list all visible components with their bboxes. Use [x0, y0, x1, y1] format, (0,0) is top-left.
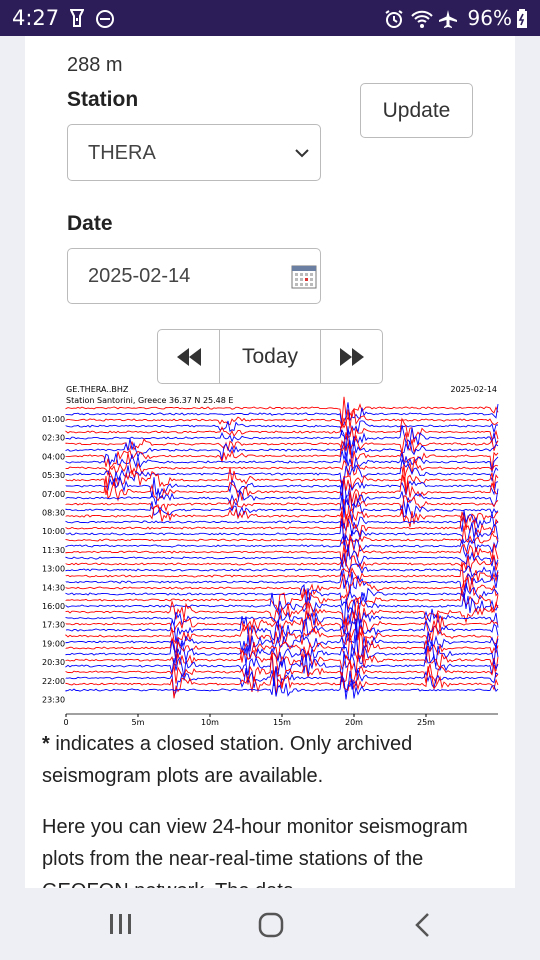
do-not-disturb-icon	[96, 10, 114, 28]
seismogram-station: Station Santorini, Greece 36.37 N 25.48 …	[66, 396, 233, 405]
station-select-value: THERA	[88, 142, 156, 164]
row-time-label: 07:00	[42, 490, 65, 499]
day-navigation: Today	[157, 329, 383, 384]
status-time: 4:27	[12, 6, 60, 30]
row-time-label: 17:30	[42, 621, 65, 630]
date-label: Date	[67, 212, 113, 235]
station-label: Station	[67, 88, 139, 111]
row-time-label: 04:00	[42, 452, 65, 461]
station-select[interactable]: THERA	[67, 124, 321, 181]
row-time-label: 20:30	[42, 658, 65, 667]
backward-icon	[177, 348, 201, 366]
trace-line	[65, 420, 498, 440]
date-field[interactable]: 2025-02-14	[67, 248, 321, 304]
update-button[interactable]: Update	[360, 83, 473, 138]
row-time-label: 23:30	[42, 696, 65, 705]
trace-line	[65, 402, 499, 427]
elevation-text: 288 m	[67, 54, 123, 76]
closed-station-note: * indicates a closed station. Only archi…	[42, 728, 502, 792]
seismogram-plot: GE.THERA..BHZ Station Santorini, Greece …	[42, 385, 499, 727]
trace-line	[65, 491, 499, 519]
row-time-label: 11:30	[42, 546, 65, 555]
back-button[interactable]	[414, 912, 432, 938]
content-card: 288 m Station THERA Update Date 2025-02-…	[25, 36, 515, 888]
chevron-down-icon	[295, 149, 309, 158]
trace-line	[65, 417, 499, 444]
x-tick-label: 5m	[132, 718, 145, 727]
trace-line	[65, 561, 499, 591]
battery-icon	[517, 9, 527, 28]
note-text: indicates a closed station. Only archive…	[42, 733, 413, 787]
today-button[interactable]: Today	[220, 330, 320, 383]
wifi-icon	[411, 10, 433, 28]
forward-icon	[340, 348, 364, 366]
trace-line	[65, 494, 499, 523]
intro-paragraph: Here you can view 24-hour monitor seismo…	[42, 816, 468, 888]
trace-line	[65, 544, 499, 567]
row-time-label: 14:30	[42, 583, 65, 592]
row-time-label: 05:30	[42, 471, 65, 480]
seismogram-date: 2025-02-14	[451, 385, 498, 394]
row-time-label: 13:00	[42, 565, 65, 574]
trace-line	[65, 532, 499, 559]
note-marker: *	[42, 733, 50, 755]
date-field-value: 2025-02-14	[88, 265, 191, 287]
airplane-mode-icon	[439, 10, 457, 28]
x-tick-label: 15m	[273, 718, 291, 727]
recent-apps-button[interactable]	[108, 912, 134, 936]
row-time-label: 02:30	[42, 434, 65, 443]
row-time-label: 16:00	[42, 602, 65, 611]
row-time-label: 08:30	[42, 509, 65, 518]
trace-line	[65, 536, 499, 567]
flashlight-icon	[70, 9, 84, 27]
x-tick-label: 0	[63, 718, 68, 727]
alarm-icon	[385, 10, 403, 28]
battery-percent: 96%	[467, 6, 512, 30]
trace-line	[65, 459, 499, 487]
trace-line	[65, 510, 499, 537]
system-nav-bar	[0, 888, 540, 960]
calendar-icon[interactable]	[291, 265, 317, 289]
seismogram-channel: GE.THERA..BHZ	[66, 385, 129, 394]
next-day-button[interactable]	[320, 330, 382, 383]
previous-day-button[interactable]	[158, 330, 220, 383]
row-time-label: 19:00	[42, 639, 65, 648]
trace-line	[65, 518, 499, 548]
status-bar: 4:27 96%	[0, 0, 540, 36]
x-tick-label: 10m	[201, 718, 219, 727]
x-tick-label: 20m	[345, 718, 363, 727]
x-tick-label: 25m	[417, 718, 435, 727]
row-time-label: 10:00	[42, 527, 65, 536]
trace-line	[65, 545, 499, 573]
home-button[interactable]	[258, 912, 284, 938]
trace-line	[65, 597, 499, 626]
row-time-label: 01:00	[42, 415, 65, 424]
row-time-label: 22:00	[42, 677, 65, 686]
